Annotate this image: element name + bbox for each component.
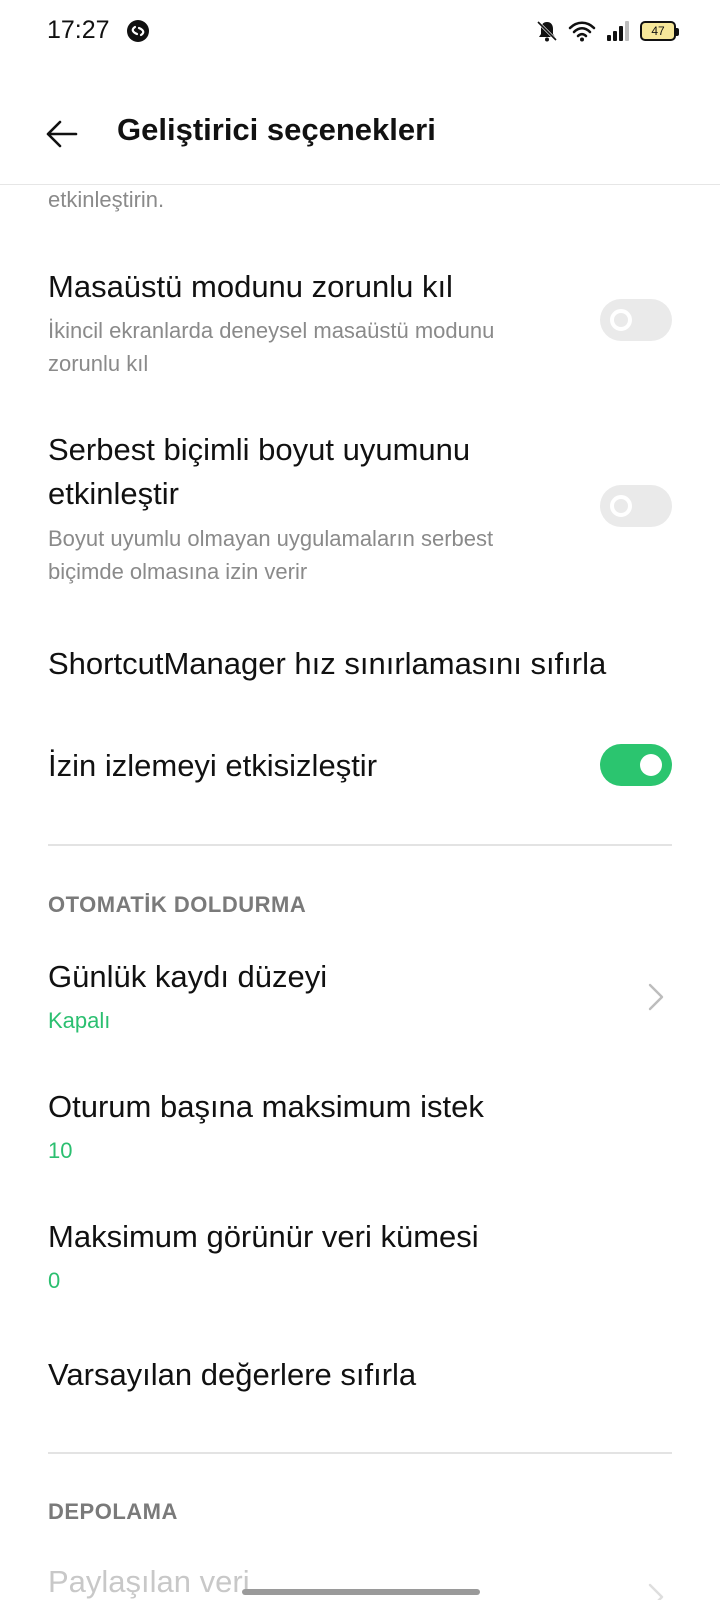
setting-value: 10 (48, 1138, 73, 1163)
chevron-right-icon (648, 1583, 664, 1600)
setting-title-line2: etkinleştir (48, 476, 179, 511)
toggle-knob (610, 495, 632, 517)
wifi-icon (568, 21, 596, 42)
permission-monitoring-toggle[interactable] (600, 744, 672, 786)
section-divider (48, 1452, 672, 1454)
section-title-storage: DEPOLAMA (48, 1499, 178, 1524)
status-time: 17:27 (47, 16, 110, 44)
toggle-knob (610, 309, 632, 331)
setting-title: İzin izlemeyi etkisizleştir (48, 748, 378, 783)
home-indicator[interactable] (242, 1589, 480, 1595)
setting-title: Maksimum görünür veri kümesi (48, 1219, 479, 1254)
page-title: Geliştirici seçenekleri (117, 112, 436, 147)
setting-title: Paylaşılan veri (48, 1564, 250, 1599)
setting-value: 0 (48, 1268, 61, 1293)
shazam-icon (127, 20, 149, 42)
partial-description-text: etkinleştirin. (48, 187, 165, 212)
partial-description: etkinleştirin. (48, 183, 164, 213)
setting-desktop-mode[interactable]: Masaüstü modunu zorunlu kıl İkincil ekra… (0, 260, 720, 385)
setting-subtitle-line1: İkincil ekranlarda deneysel masaüstü mod… (48, 318, 495, 343)
section-title-autofill: OTOMATİK DOLDURMA (48, 892, 307, 917)
desktop-mode-toggle[interactable] (600, 299, 672, 341)
setting-shortcut-reset[interactable]: ShortcutManager hız sınırlamasını sıfırl… (0, 630, 720, 700)
mute-bell-icon (536, 20, 558, 42)
setting-title-line1: Serbest biçimli boyut uyumunu (48, 432, 471, 467)
setting-title: Günlük kaydı düzeyi (48, 959, 328, 994)
setting-freeform[interactable]: Serbest biçimli boyut uyumunu etkinleşti… (0, 428, 720, 588)
back-arrow-icon[interactable] (44, 116, 80, 152)
freeform-toggle[interactable] (600, 485, 672, 527)
setting-title: ShortcutManager hız sınırlamasını sıfırl… (48, 646, 607, 681)
setting-title: Varsayılan değerlere sıfırla (48, 1357, 417, 1392)
setting-subtitle-line2: biçimde olmasına izin verir (48, 559, 308, 584)
setting-subtitle-line2: zorunlu kıl (48, 351, 149, 376)
setting-log-level[interactable]: Günlük kaydı düzeyi Kapalı (0, 955, 720, 1035)
setting-value: Kapalı (48, 1008, 111, 1033)
section-divider (48, 844, 672, 846)
setting-max-datasets[interactable]: Maksimum görünür veri kümesi 0 (0, 1215, 720, 1295)
setting-max-requests[interactable]: Oturum başına maksimum istek 10 (0, 1085, 720, 1165)
setting-permission-monitoring[interactable]: İzin izlemeyi etkisizleştir (0, 730, 720, 800)
setting-title: Masaüstü modunu zorunlu kıl (48, 269, 453, 304)
setting-subtitle-line1: Boyut uyumlu olmayan uygulamaların serbe… (48, 526, 494, 551)
setting-reset-defaults[interactable]: Varsayılan değerlere sıfırla (0, 1348, 720, 1408)
battery-icon: 47 (640, 21, 679, 41)
toggle-knob (640, 754, 662, 776)
signal-icon (607, 21, 629, 41)
setting-title: Oturum başına maksimum istek (48, 1089, 484, 1124)
battery-level: 47 (651, 24, 665, 38)
chevron-right-icon (648, 983, 664, 1011)
status-icons: 47 (536, 19, 679, 43)
